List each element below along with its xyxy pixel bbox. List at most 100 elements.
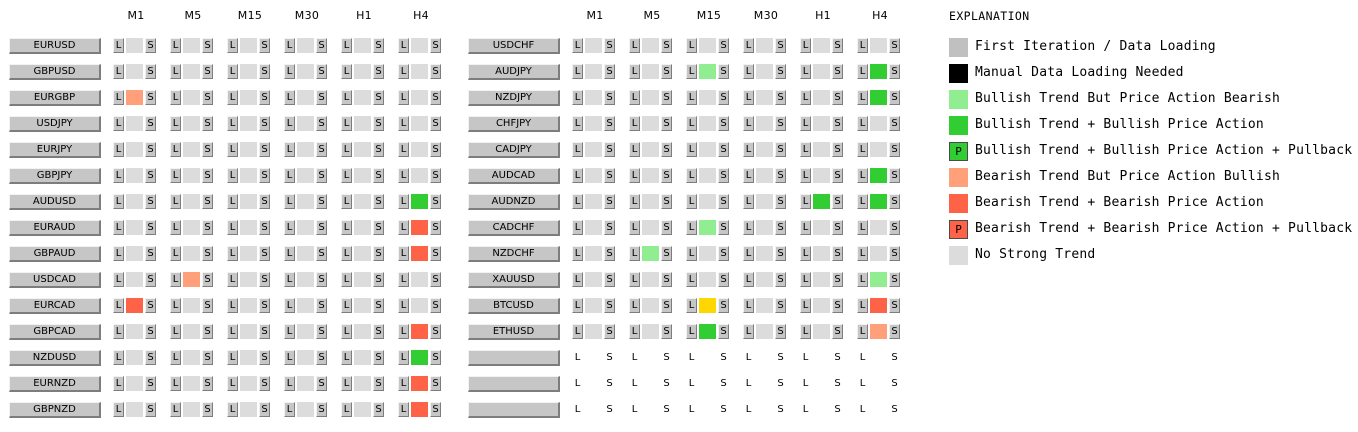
symbol-button-xauusd[interactable]: XAUUSD	[468, 272, 560, 288]
short-label: S	[604, 220, 615, 235]
short-label: S	[604, 142, 615, 157]
long-label: L	[857, 298, 868, 313]
trend-status-none	[411, 116, 428, 131]
long-label: L	[800, 298, 811, 313]
short-label: S	[832, 246, 843, 261]
timeframe-header-m30: M30	[294, 9, 320, 22]
symbol-button-eurjpy[interactable]: EURJPY	[9, 142, 101, 158]
short-label: S	[202, 246, 213, 261]
long-label: L	[743, 220, 754, 235]
long-label: L	[341, 272, 352, 287]
short-label: S	[316, 168, 327, 183]
short-label: S	[832, 298, 843, 313]
short-label: S	[316, 376, 327, 391]
symbol-button-audnzd[interactable]: AUDNZD	[468, 194, 560, 210]
symbol-button-gbpaud[interactable]: GBPAUD	[9, 246, 101, 262]
symbol-button-nzdjpy[interactable]: NZDJPY	[468, 90, 560, 106]
short-label: S	[430, 220, 441, 235]
long-label: L	[743, 324, 754, 339]
symbol-button-cadchf[interactable]: CADCHF	[468, 220, 560, 236]
trend-status-none	[411, 90, 428, 105]
long-label: L	[686, 38, 697, 53]
trend-status-none	[126, 220, 143, 235]
symbol-button-empty[interactable]	[468, 402, 560, 418]
long-label: L	[572, 90, 583, 105]
timeframe-header-h4: H4	[413, 9, 429, 22]
long-label: L	[341, 324, 352, 339]
legend-bull-label: Bullish Trend + Bullish Price Action	[975, 117, 1264, 132]
short-label: S	[718, 38, 729, 53]
symbol-button-chfjpy[interactable]: CHFJPY	[468, 116, 560, 132]
short-label: S	[604, 64, 615, 79]
short-label: S	[373, 376, 384, 391]
symbol-button-eurusd[interactable]: EURUSD	[9, 38, 101, 54]
short-label: S	[834, 352, 841, 363]
trend-status-none	[183, 324, 200, 339]
symbol-button-eurgbp[interactable]: EURGBP	[9, 90, 101, 106]
short-label: S	[316, 324, 327, 339]
symbol-button-gbpcad[interactable]: GBPCAD	[9, 324, 101, 340]
trend-status-none	[126, 168, 143, 183]
symbol-button-gbpjpy[interactable]: GBPJPY	[9, 168, 101, 184]
trend-status-none	[183, 298, 200, 313]
short-label: S	[775, 272, 786, 287]
short-label: S	[430, 272, 441, 287]
short-label: S	[775, 168, 786, 183]
symbol-button-nzdchf[interactable]: NZDCHF	[468, 246, 560, 262]
short-label: S	[775, 64, 786, 79]
long-label: L	[113, 350, 124, 365]
long-label: L	[572, 142, 583, 157]
symbol-button-audusd[interactable]: AUDUSD	[9, 194, 101, 210]
symbol-button-empty[interactable]	[468, 350, 560, 366]
trend-status-none	[240, 298, 257, 313]
long-label: L	[572, 38, 583, 53]
long-label: L	[284, 246, 295, 261]
short-label: S	[145, 168, 156, 183]
short-label: S	[259, 350, 270, 365]
short-label: S	[316, 194, 327, 209]
trend-status-none	[126, 38, 143, 53]
symbol-button-cadjpy[interactable]: CADJPY	[468, 142, 560, 158]
long-label: L	[227, 194, 238, 209]
symbol-button-eurcad[interactable]: EURCAD	[9, 298, 101, 314]
long-label: L	[574, 352, 581, 363]
long-label: L	[743, 298, 754, 313]
short-label: S	[775, 194, 786, 209]
symbol-button-gbpusd[interactable]: GBPUSD	[9, 64, 101, 80]
long-label: L	[857, 324, 868, 339]
symbol-button-audcad[interactable]: AUDCAD	[468, 168, 560, 184]
trend-status-none	[297, 298, 314, 313]
trend-status-none	[354, 168, 371, 183]
short-label: S	[832, 324, 843, 339]
legend-manual-swatch	[949, 64, 968, 83]
trend-status-none	[183, 116, 200, 131]
trend-status-none	[354, 64, 371, 79]
symbol-button-audjpy[interactable]: AUDJPY	[468, 64, 560, 80]
trend-status-bull-pa-bear	[870, 272, 887, 287]
long-label: L	[802, 352, 809, 363]
short-label: S	[316, 90, 327, 105]
long-label: L	[170, 64, 181, 79]
symbol-button-empty[interactable]	[468, 376, 560, 392]
long-label: L	[284, 402, 295, 417]
symbol-button-usdjpy[interactable]: USDJPY	[9, 116, 101, 132]
short-label: S	[430, 324, 441, 339]
long-label: L	[857, 142, 868, 157]
symbol-button-ethusd[interactable]: ETHUSD	[468, 324, 560, 340]
symbol-button-nzdusd[interactable]: NZDUSD	[9, 350, 101, 366]
symbol-button-btcusd[interactable]: BTCUSD	[468, 298, 560, 314]
symbol-button-eurnzd[interactable]: EURNZD	[9, 376, 101, 392]
symbol-button-gbpnzd[interactable]: GBPNZD	[9, 402, 101, 418]
long-label: L	[341, 220, 352, 235]
long-label: L	[572, 168, 583, 183]
long-label: L	[341, 116, 352, 131]
trend-status-none	[411, 298, 428, 313]
symbol-button-usdchf[interactable]: USDCHF	[468, 38, 560, 54]
trend-status-none	[813, 324, 830, 339]
symbol-button-usdcad[interactable]: USDCAD	[9, 272, 101, 288]
trend-status-bear-pa-bull	[870, 324, 887, 339]
trend-status-none	[585, 116, 602, 131]
short-label: S	[889, 64, 900, 79]
symbol-button-euraud[interactable]: EURAUD	[9, 220, 101, 236]
trend-status-none	[297, 64, 314, 79]
